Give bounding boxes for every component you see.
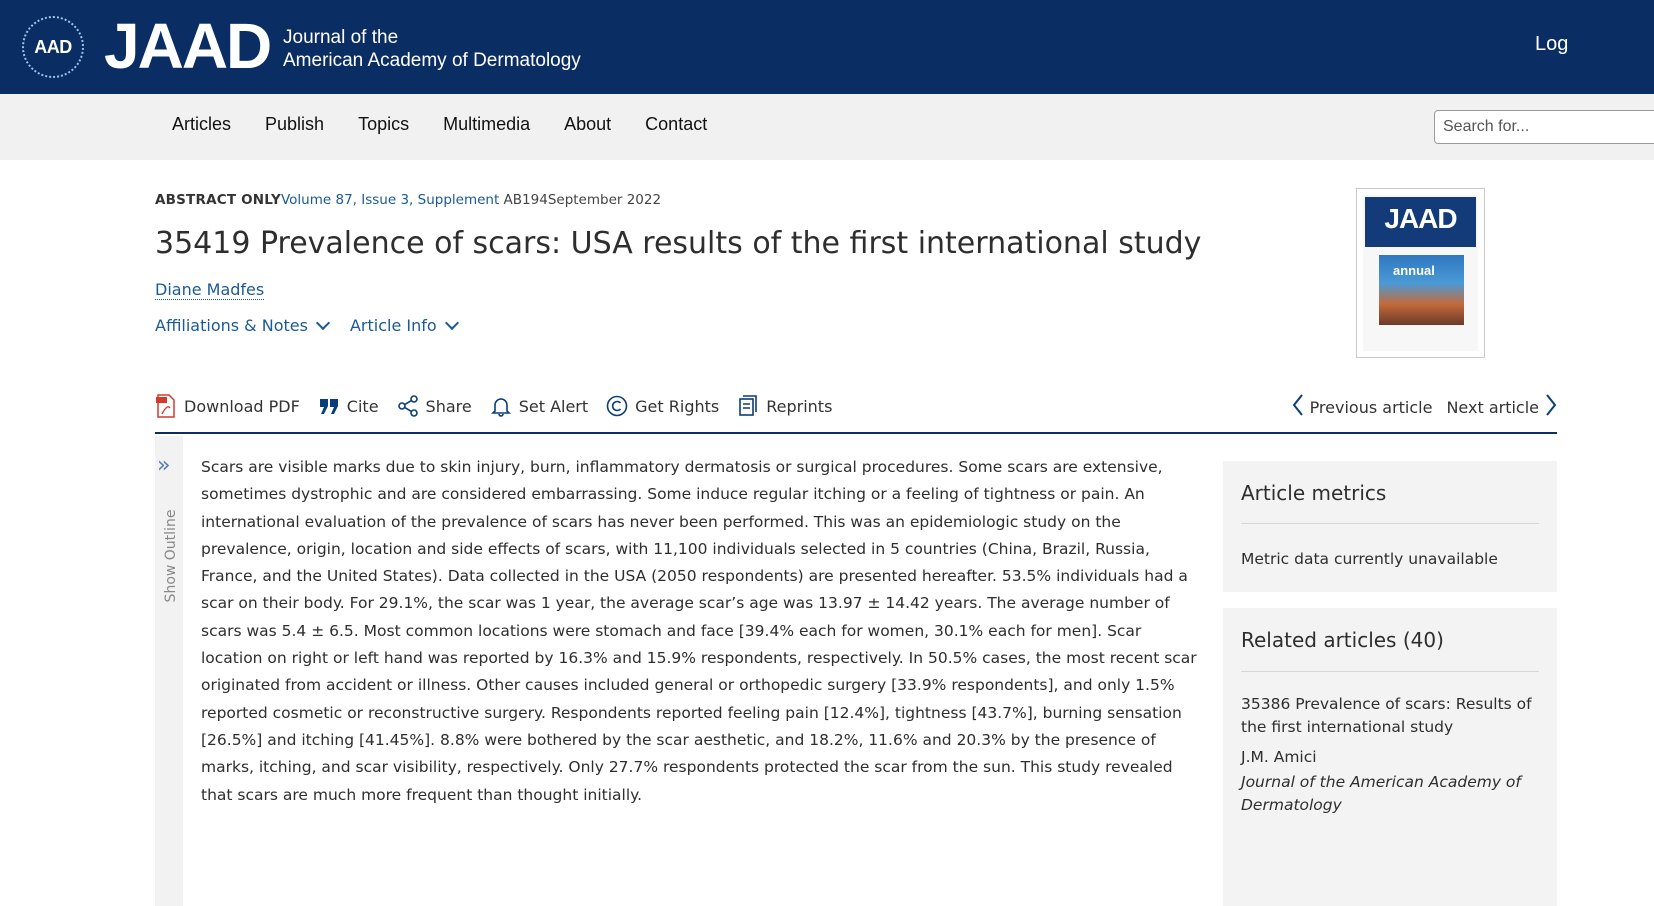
article-meta: ABSTRACT ONLYVolume 87, Issue 3, Supplem…: [155, 192, 661, 208]
page-range: AB194: [503, 192, 548, 208]
previous-article-link[interactable]: Previous article: [1292, 394, 1433, 420]
show-outline-toggle[interactable]: » Show Outline: [155, 436, 183, 906]
quote-icon: [318, 396, 340, 416]
article-title: 35419 Prevalence of scars: USA results o…: [155, 226, 1202, 261]
nav-about[interactable]: About: [564, 114, 611, 135]
publication-date: September 2022: [547, 192, 662, 208]
author-link[interactable]: Diane Madfes: [155, 280, 265, 300]
journal-name-line2: American Academy of Dermatology: [283, 50, 581, 71]
set-alert-button[interactable]: Set Alert: [490, 395, 588, 417]
pdf-icon: [155, 394, 177, 418]
volume-link[interactable]: Volume 87, Issue 3, Supplement: [281, 192, 499, 208]
article-navigation: Previous article Next article: [1292, 394, 1557, 420]
cite-label: Cite: [346, 396, 379, 416]
cover-logo: JAAD: [1365, 197, 1476, 247]
related-articles-panel: Related articles (40) 35386 Prevalence o…: [1223, 608, 1557, 906]
share-label: Share: [425, 396, 472, 416]
download-pdf-label: Download PDF: [184, 396, 300, 416]
bell-icon: [490, 395, 512, 417]
divider: [1241, 523, 1539, 524]
nav-publish[interactable]: Publish: [265, 114, 324, 135]
article-expanders: Affiliations & Notes Article Info: [155, 315, 459, 335]
search-input[interactable]: [1434, 110, 1654, 144]
double-chevron-right-icon: »: [157, 453, 171, 478]
metrics-title: Article metrics: [1241, 481, 1387, 505]
download-pdf-button[interactable]: Download PDF: [155, 394, 300, 418]
journal-name-line1: Journal of the: [283, 27, 399, 48]
site-header: AAD JAAD Journal of the American Academy…: [0, 0, 1654, 94]
metrics-status: Metric data currently unavailable: [1241, 550, 1498, 568]
related-article-journal: Journal of the American Academy of Derma…: [1241, 773, 1521, 814]
login-link[interactable]: Log: [1535, 33, 1568, 56]
toolbar-actions: Download PDF Cite Share Set Alert Get Ri…: [155, 394, 832, 418]
cover-band-text: annual: [1393, 263, 1435, 278]
reprints-icon: [737, 395, 759, 417]
get-rights-label: Get Rights: [635, 396, 720, 416]
aad-logo-text: AAD: [34, 36, 72, 57]
show-outline-label: Show Outline: [163, 509, 179, 603]
reprints-label: Reprints: [766, 396, 833, 416]
cover-inner: JAAD annual: [1363, 195, 1478, 351]
previous-article-label: Previous article: [1309, 397, 1433, 417]
cite-button[interactable]: Cite: [318, 396, 379, 416]
chevron-down-icon: [315, 315, 331, 331]
article-info-toggle[interactable]: Article Info: [349, 315, 459, 335]
nav-multimedia[interactable]: Multimedia: [443, 114, 530, 135]
article-metrics-panel: Article metrics Metric data currently un…: [1223, 461, 1557, 592]
nav-contact[interactable]: Contact: [645, 114, 707, 135]
next-article-label: Next article: [1446, 397, 1539, 417]
access-label: ABSTRACT ONLY: [155, 192, 281, 208]
set-alert-label: Set Alert: [518, 396, 589, 416]
main-nav: Articles Publish Topics Multimedia About…: [0, 94, 1654, 160]
copyright-icon: [606, 395, 628, 417]
article-toolbar: Download PDF Cite Share Set Alert Get Ri…: [155, 394, 1557, 434]
chevron-right-icon: [1545, 394, 1557, 420]
chevron-down-icon: [444, 315, 459, 331]
related-article-author: J.M. Amici: [1241, 748, 1317, 766]
divider: [1241, 671, 1539, 672]
get-rights-button[interactable]: Get Rights: [606, 395, 719, 417]
related-article-link[interactable]: 35386 Prevalence of scars: Results of th…: [1241, 693, 1541, 739]
related-title: Related articles (40): [1241, 628, 1444, 652]
reprints-button[interactable]: Reprints: [737, 395, 832, 417]
affiliations-label: Affiliations & Notes: [155, 316, 308, 335]
chevron-left-icon: [1292, 394, 1304, 420]
nav-articles[interactable]: Articles: [172, 114, 231, 135]
share-icon: [397, 395, 419, 417]
affiliations-toggle[interactable]: Affiliations & Notes: [155, 315, 331, 335]
nav-items: Articles Publish Topics Multimedia About…: [172, 114, 707, 135]
next-article-link[interactable]: Next article: [1446, 394, 1557, 420]
jaad-logo[interactable]: JAAD: [104, 10, 272, 82]
share-button[interactable]: Share: [397, 395, 472, 417]
journal-name: Journal of the American Academy of Derma…: [283, 26, 581, 72]
aad-logo[interactable]: AAD: [22, 16, 84, 78]
cover-photo: annual: [1379, 255, 1464, 325]
article-info-label: Article Info: [349, 316, 437, 335]
journal-cover-image[interactable]: JAAD annual: [1356, 188, 1485, 358]
abstract-text: Scars are visible marks due to skin inju…: [201, 458, 1197, 804]
nav-topics[interactable]: Topics: [358, 114, 409, 135]
